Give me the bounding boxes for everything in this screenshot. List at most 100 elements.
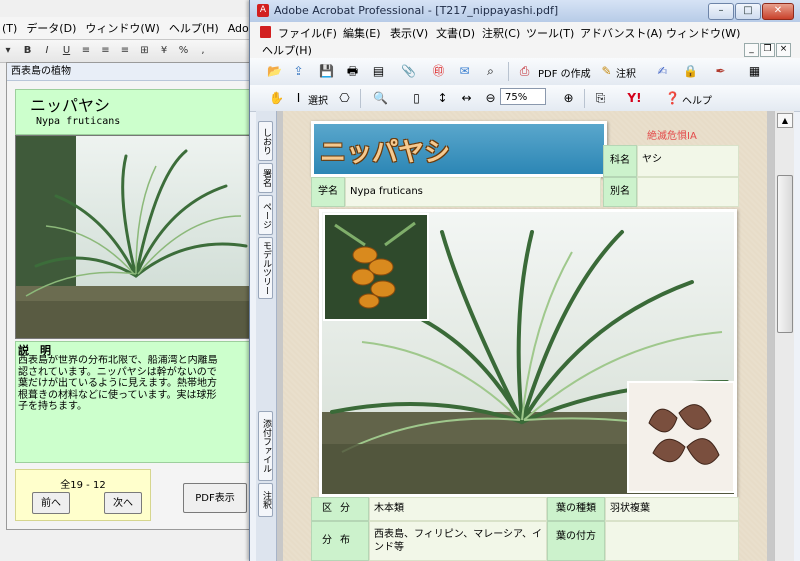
pages-icon[interactable]: ⎘: [592, 90, 609, 107]
tab-signatures[interactable]: 署名: [258, 163, 273, 193]
record-navigator: 全19 - 12 前へ 次へ: [15, 469, 151, 521]
dropdown-icon[interactable]: ▾: [1, 44, 15, 58]
snapshot-icon[interactable]: ⎔: [336, 90, 353, 107]
comma-icon[interactable]: ,: [196, 44, 210, 58]
document-icon[interactable]: [260, 26, 271, 38]
help-button[interactable]: ヘルプ: [682, 92, 712, 107]
italic-icon[interactable]: I: [40, 44, 54, 58]
plant-name: ニッパヤシ: [30, 96, 111, 115]
fruit-cluster-photo: [323, 213, 429, 321]
percent-icon[interactable]: %: [177, 44, 191, 58]
bold-icon[interactable]: B: [21, 44, 35, 58]
pdf-view-button[interactable]: PDF表示: [183, 483, 247, 513]
zoom-out-icon[interactable]: ⊖: [482, 90, 499, 107]
doc-close-button[interactable]: ×: [776, 43, 791, 57]
align-center-icon[interactable]: ≡: [99, 44, 113, 58]
acrobat-toolbar-view: ✋ I 選択 ⎔ 🔍 ▯ ↕ ↔ ⊖ 75% ⊕ ⎘ Y! ❓ ヘルプ: [250, 85, 800, 112]
menu-tools[interactable]: (T): [0, 19, 24, 35]
minimize-button[interactable]: –: [708, 3, 734, 20]
sign-icon[interactable]: ✍: [654, 63, 671, 80]
create-pdf-icon[interactable]: ⎙: [516, 63, 533, 80]
hand-tool-icon[interactable]: ✋: [268, 90, 285, 107]
pen-icon[interactable]: ✒: [712, 63, 729, 80]
forms-icon[interactable]: ▦: [746, 63, 763, 80]
background-menubar: (T) データ(D) ウィンドウ(W) ヘルプ(H) Adob: [0, 17, 262, 40]
leaf-arrangement-value: [605, 521, 739, 561]
tab-comments[interactable]: 注釈: [258, 483, 273, 517]
comment-button[interactable]: 注釈: [616, 65, 636, 80]
leaf-type-value: 羽状複葉: [605, 497, 739, 521]
select-tool-icon[interactable]: I: [290, 90, 307, 107]
zoom-level-field[interactable]: 75%: [500, 88, 546, 105]
vertical-scrollbar[interactable]: ▲: [774, 111, 794, 561]
acrobat-menubar: ファイル(F) 編集(E) 表示(V) 文書(D) 注釈(C) ツール(T) ア…: [250, 22, 800, 59]
align-right-icon[interactable]: ≡: [118, 44, 132, 58]
yahoo-icon[interactable]: Y!: [626, 90, 643, 107]
background-toolbar: ▾ B I U ≡ ≡ ≡ ⊞ ¥ % ,: [0, 40, 262, 63]
select-tool-label[interactable]: 選択: [308, 92, 328, 107]
menu-tools[interactable]: ツール(T): [526, 25, 574, 41]
save-icon[interactable]: 💾: [318, 63, 335, 80]
menu-window[interactable]: ウィンドウ(W): [666, 25, 740, 41]
endangered-label: 絶滅危惧IA: [647, 131, 697, 142]
menu-window[interactable]: ウィンドウ(W): [83, 17, 166, 36]
open-icon[interactable]: 📂: [266, 63, 283, 80]
record-count: 全19 - 12: [60, 480, 106, 491]
family-label: 科名: [603, 145, 637, 177]
email-icon[interactable]: ✉: [456, 63, 473, 80]
menu-comments[interactable]: 注釈(C): [482, 25, 520, 41]
next-button[interactable]: 次へ: [104, 492, 142, 514]
distribution-value: 西表島、フィリピン、マレーシア、インド等: [369, 521, 547, 561]
zoom-icon[interactable]: 🔍: [372, 90, 389, 107]
page-title-banner: ニッパヤシ: [311, 121, 607, 177]
menu-file[interactable]: ファイル(F): [278, 25, 337, 41]
scrollbar-thumb[interactable]: [777, 175, 793, 333]
doc-restore-button[interactable]: ❐: [760, 43, 775, 57]
page-icon[interactable]: ▯: [408, 90, 425, 107]
plant-photo: [15, 135, 251, 339]
print-icon[interactable]: 🖶: [344, 63, 361, 80]
attach-icon[interactable]: 📎: [400, 63, 417, 80]
menu-document[interactable]: 文書(D): [436, 25, 475, 41]
alias-value: [637, 177, 739, 207]
maximize-button[interactable]: □: [735, 3, 761, 20]
menu-advanced[interactable]: アドバンスト(A): [580, 25, 662, 41]
menu-edit[interactable]: 編集(E): [343, 25, 381, 41]
help-icon[interactable]: ❓: [664, 90, 681, 107]
scientific-name-label: 学名: [311, 177, 345, 207]
fit-width-icon[interactable]: ↔: [458, 90, 475, 107]
tab-model-tree[interactable]: モデルツリー: [258, 237, 273, 299]
document-area[interactable]: ニッパヤシ 絶滅危惧IA 科名 ヤシ 別名 学名 Nypa fruticans: [277, 111, 774, 561]
create-pdf-button[interactable]: PDF の作成: [538, 65, 591, 80]
close-button[interactable]: ✕: [762, 3, 794, 20]
zoom-in-icon[interactable]: ⊕: [560, 90, 577, 107]
upload-icon[interactable]: ⇪: [290, 63, 307, 80]
currency-icon[interactable]: ¥: [157, 44, 171, 58]
description-box: 説 明 西表島が世界の分布北限で、船浦湾と内離島 認されています。ニッパヤシは幹…: [15, 341, 251, 463]
comment-icon[interactable]: ✎: [598, 63, 615, 80]
organizer-icon[interactable]: ▤: [370, 63, 387, 80]
menu-view[interactable]: 表示(V): [390, 25, 428, 41]
menu-help[interactable]: ヘルプ(H): [262, 42, 312, 58]
doc-minimize-button[interactable]: _: [744, 43, 759, 57]
form-title: 西表島の植物: [7, 63, 257, 81]
tab-bookmarks[interactable]: しおり: [258, 121, 273, 161]
merge-icon[interactable]: ⊞: [138, 44, 152, 58]
acrobat-titlebar: A Adobe Acrobat Professional - [T217_nip…: [250, 0, 800, 23]
search-icon[interactable]: ⌕: [482, 63, 499, 80]
seed-photo: [627, 381, 735, 493]
menu-data[interactable]: データ(D): [24, 17, 83, 36]
tab-pages[interactable]: ページ: [258, 195, 273, 235]
underline-icon[interactable]: U: [60, 44, 74, 58]
prev-button[interactable]: 前へ: [32, 492, 70, 514]
stamp-icon[interactable]: ㊞: [430, 63, 447, 80]
menu-help[interactable]: ヘルプ(H): [167, 17, 226, 36]
secure-icon[interactable]: 🔒: [682, 63, 699, 80]
fit-page-icon[interactable]: ↕: [434, 90, 451, 107]
toolbar-separator: [508, 62, 509, 81]
distribution-label: 分布: [311, 521, 369, 561]
align-left-icon[interactable]: ≡: [79, 44, 93, 58]
tab-attachments[interactable]: 添付ファイル: [258, 411, 273, 481]
leaf-arrangement-label: 葉の付方: [547, 521, 605, 561]
scroll-up-icon[interactable]: ▲: [777, 113, 793, 128]
